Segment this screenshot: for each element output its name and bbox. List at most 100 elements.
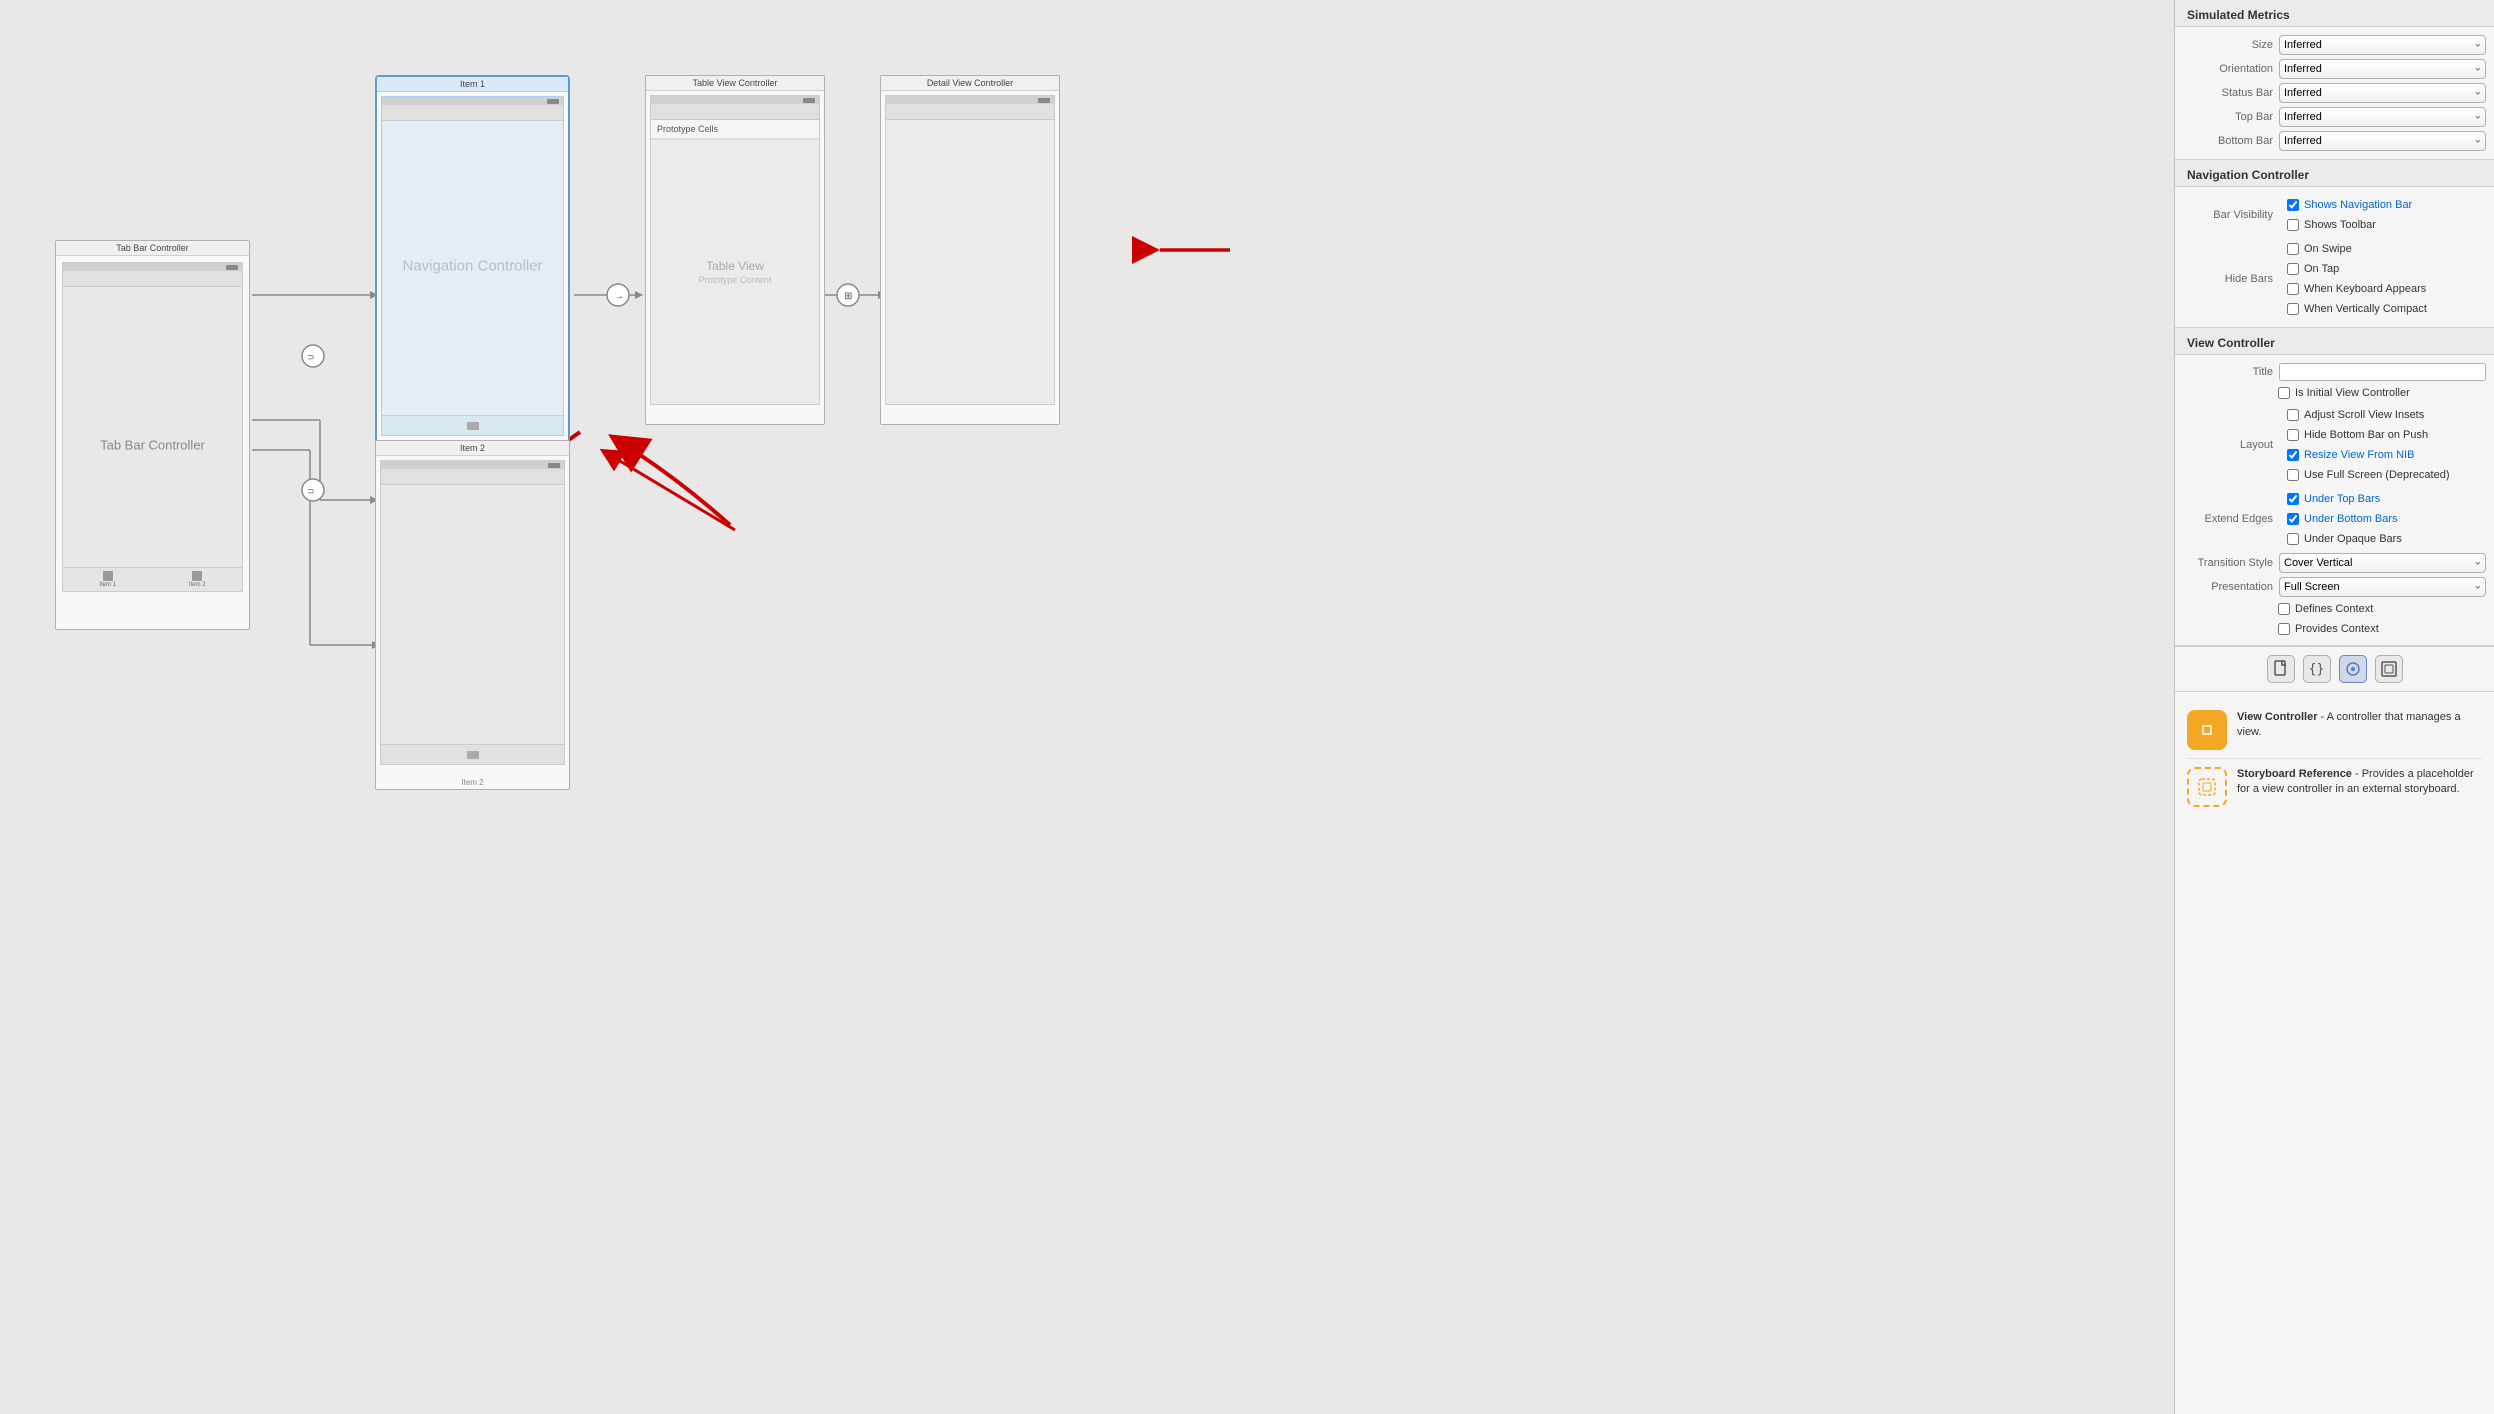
- toolbar-icon-curly[interactable]: {}: [2303, 655, 2331, 683]
- detail-navbar: [886, 104, 1054, 120]
- info-panel: View Controller - A controller that mana…: [2175, 691, 2494, 825]
- orientation-select[interactable]: Inferred: [2279, 59, 2486, 79]
- transition-style-select[interactable]: Cover Vertical: [2279, 553, 2486, 573]
- provides-context-label: Provides Context: [2295, 623, 2379, 635]
- on-tap-row: On Tap: [2279, 259, 2486, 279]
- orientation-row: Orientation Inferred: [2175, 57, 2494, 81]
- toolbar-icon-identity[interactable]: [2339, 655, 2367, 683]
- defines-context-checkbox[interactable]: [2278, 603, 2290, 615]
- shows-toolbar-checkbox[interactable]: [2287, 219, 2299, 231]
- right-panel: Simulated Metrics Size Inferred Orientat…: [2174, 0, 2494, 1414]
- bottom-bar-value-wrapper: Inferred: [2279, 131, 2486, 151]
- under-bottom-bars-label: Under Bottom Bars: [2304, 513, 2398, 525]
- size-select[interactable]: Inferred: [2279, 35, 2486, 55]
- presentation-value-wrapper: Full Screen: [2279, 577, 2486, 597]
- toolbar-icon-size-inspector[interactable]: [2375, 655, 2403, 683]
- on-tap-checkbox[interactable]: [2287, 263, 2299, 275]
- presentation-select-wrapper[interactable]: Full Screen: [2279, 577, 2486, 597]
- use-full-screen-label: Use Full Screen (Deprecated): [2304, 469, 2450, 481]
- transition-style-value-wrapper: Cover Vertical: [2279, 553, 2486, 573]
- orientation-select-wrapper[interactable]: Inferred: [2279, 59, 2486, 79]
- bottom-bar-label: Bottom Bar: [2183, 135, 2273, 147]
- adjust-scroll-label: Adjust Scroll View Insets: [2304, 409, 2424, 421]
- shows-toolbar-label: Shows Toolbar: [2304, 219, 2376, 231]
- tab-bar: Item 1 Item 2: [63, 567, 242, 591]
- nav-battery: [547, 99, 559, 104]
- tab-icon-1: [103, 571, 113, 581]
- detail-top-bar: [886, 96, 1054, 104]
- hide-bottom-bar-row: Hide Bottom Bar on Push: [2279, 425, 2486, 445]
- tab-label-1: Item 1: [99, 582, 116, 588]
- battery-icon: [226, 265, 238, 270]
- under-opaque-bars-checkbox[interactable]: [2287, 533, 2299, 545]
- nav-bar: [63, 271, 242, 287]
- shows-nav-bar-checkbox[interactable]: [2287, 199, 2299, 211]
- nav-controller-body: Bar Visibility Shows Navigation Bar Show…: [2175, 187, 2494, 328]
- table-view-controller-box[interactable]: Table View Controller Prototype Cells Ta…: [645, 75, 825, 425]
- resize-view-label: Resize View From NIB: [2304, 449, 2414, 461]
- table-view-controller-title: Table View Controller: [646, 76, 824, 91]
- top-bar-row: Top Bar Inferred: [2175, 105, 2494, 129]
- hide-bars-row: Hide Bars On Swipe On Tap When Keyboard …: [2175, 237, 2494, 321]
- top-bar-select-wrapper[interactable]: Inferred: [2279, 107, 2486, 127]
- when-vertically-compact-row: When Vertically Compact: [2279, 299, 2486, 319]
- prototype-content-label: Prototype Content: [699, 275, 772, 285]
- item2-box[interactable]: Item 2 Item 2: [375, 440, 570, 790]
- bottom-bar-select[interactable]: Inferred: [2279, 131, 2486, 151]
- title-input[interactable]: [2279, 363, 2486, 381]
- transition-style-select-wrapper[interactable]: Cover Vertical: [2279, 553, 2486, 573]
- nav-controller-box[interactable]: Item 1 Navigation Controller Item 1: [375, 75, 570, 455]
- tab-label-2: Item 2: [189, 582, 206, 588]
- nav-controller-large-label: Navigation Controller: [402, 257, 542, 274]
- item2-bottom-icon: [467, 751, 479, 759]
- canvas-area[interactable]: → ⊞ ⊃ ⊃: [0, 0, 2174, 1414]
- hide-bottom-bar-checkbox[interactable]: [2287, 429, 2299, 441]
- presentation-select[interactable]: Full Screen: [2279, 577, 2486, 597]
- detail-view-controller-box[interactable]: Detail View Controller: [880, 75, 1060, 425]
- presentation-row: Presentation Full Screen: [2175, 575, 2494, 599]
- nav-navbar: [382, 105, 563, 121]
- tab-bar-controller-box[interactable]: Tab Bar Controller Item 1 Item 2 Tab Bar…: [55, 240, 250, 630]
- size-select-wrapper[interactable]: Inferred: [2279, 35, 2486, 55]
- svg-text:⊃: ⊃: [307, 486, 315, 496]
- is-initial-checkbox[interactable]: [2278, 387, 2290, 399]
- canvas-svg: → ⊞ ⊃ ⊃: [0, 0, 2174, 1414]
- status-bar-label: Status Bar: [2183, 87, 2273, 99]
- bottom-bar-select-wrapper[interactable]: Inferred: [2279, 131, 2486, 151]
- shows-toolbar-row: Shows Toolbar: [2279, 215, 2486, 235]
- svg-text:→: →: [614, 291, 624, 302]
- bottom-bar-row: Bottom Bar Inferred: [2175, 129, 2494, 153]
- title-input-wrapper: [2279, 363, 2486, 381]
- use-full-screen-checkbox[interactable]: [2287, 469, 2299, 481]
- item2-bottom-bar: [381, 744, 564, 764]
- toolbar-icon-document[interactable]: [2267, 655, 2295, 683]
- status-bar-select[interactable]: Inferred: [2279, 83, 2486, 103]
- size-row: Size Inferred: [2175, 33, 2494, 57]
- title-label: Title: [2183, 366, 2273, 378]
- under-top-bars-checkbox[interactable]: [2287, 493, 2299, 505]
- top-bar-select[interactable]: Inferred: [2279, 107, 2486, 127]
- table-view-label: Table View: [706, 259, 764, 273]
- hide-bars-checkboxes: On Swipe On Tap When Keyboard Appears Wh…: [2279, 239, 2486, 319]
- tab-icon-2: [192, 571, 202, 581]
- on-swipe-checkbox[interactable]: [2287, 243, 2299, 255]
- screen-content: [63, 287, 242, 567]
- shows-nav-bar-label: Shows Navigation Bar: [2304, 199, 2412, 211]
- table-view-content: Table View Prototype Content: [651, 140, 819, 404]
- status-bar-select-wrapper[interactable]: Inferred: [2279, 83, 2486, 103]
- tv-navbar: [651, 104, 819, 120]
- use-full-screen-row: Use Full Screen (Deprecated): [2279, 465, 2486, 485]
- orientation-value-wrapper: Inferred: [2279, 59, 2486, 79]
- when-vertically-compact-checkbox[interactable]: [2287, 303, 2299, 315]
- transition-style-label: Transition Style: [2183, 557, 2273, 569]
- presentation-label: Presentation: [2183, 581, 2273, 593]
- under-bottom-bars-checkbox[interactable]: [2287, 513, 2299, 525]
- size-value-wrapper: Inferred: [2279, 35, 2486, 55]
- when-keyboard-checkbox[interactable]: [2287, 283, 2299, 295]
- adjust-scroll-row: Adjust Scroll View Insets: [2279, 405, 2486, 425]
- item2-top-bar: [381, 461, 564, 469]
- adjust-scroll-checkbox[interactable]: [2287, 409, 2299, 421]
- provides-context-checkbox[interactable]: [2278, 623, 2290, 635]
- resize-view-checkbox[interactable]: [2287, 449, 2299, 461]
- on-tap-label: On Tap: [2304, 263, 2339, 275]
